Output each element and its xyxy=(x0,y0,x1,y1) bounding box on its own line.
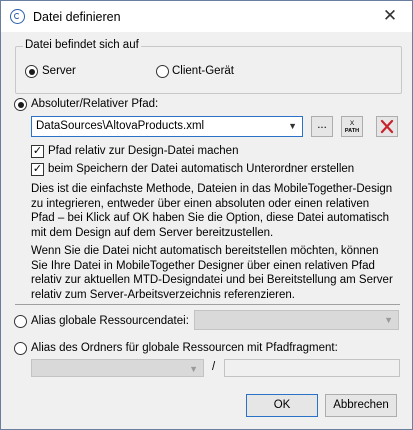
description-paragraph-2: Wenn Sie die Datei nicht automatisch ber… xyxy=(31,245,393,301)
delete-x-icon xyxy=(380,119,394,134)
create-subfolders-label[interactable]: beim Speichern der Datei automatisch Unt… xyxy=(48,163,354,175)
path-combobox[interactable]: DataSources\AltovaProducts.xml ▼ xyxy=(31,116,303,137)
path-separator: / xyxy=(212,361,216,373)
client-radio-label[interactable]: Client-Gerät xyxy=(172,65,234,77)
path-fragment-input[interactable] xyxy=(224,359,400,377)
absolute-path-radio[interactable] xyxy=(14,98,27,111)
description-paragraph-1: Dies ist die einfachste Methode, Dateien… xyxy=(31,183,393,239)
dialog-window: Datei definieren ✕ Datei befindet sich a… xyxy=(0,0,413,430)
alias-folder-radio[interactable] xyxy=(14,342,27,355)
server-radio[interactable] xyxy=(25,65,38,78)
create-subfolders-checkbox[interactable]: ✓ xyxy=(31,163,44,176)
relative-path-checkbox[interactable]: ✓ xyxy=(31,145,44,158)
chevron-down-icon[interactable]: ▼ xyxy=(384,315,393,325)
path-value[interactable]: DataSources\AltovaProducts.xml xyxy=(36,120,204,132)
close-icon[interactable]: ✕ xyxy=(379,7,401,27)
cancel-button[interactable]: Abbrechen xyxy=(325,394,397,417)
alias-global-label[interactable]: Alias globale Ressourcendatei: xyxy=(31,315,189,327)
alias-global-radio[interactable] xyxy=(14,315,27,328)
server-radio-label[interactable]: Server xyxy=(42,65,76,77)
window-title: Datei definieren xyxy=(33,10,121,24)
xpath-button[interactable]: X PATH xyxy=(341,116,363,137)
location-group-label: Datei befindet sich auf xyxy=(23,39,141,51)
absolute-path-label[interactable]: Absoluter/Relativer Pfad: xyxy=(31,98,158,110)
browse-button[interactable]: ... xyxy=(311,116,333,137)
svg-text:X: X xyxy=(350,120,355,127)
svg-text:PATH: PATH xyxy=(345,128,359,134)
alias-folder-combobox[interactable]: ▼ xyxy=(31,359,204,377)
alias-folder-label[interactable]: Alias des Ordners für globale Ressourcen… xyxy=(31,342,338,354)
client-radio[interactable] xyxy=(156,65,169,78)
app-icon xyxy=(10,9,25,24)
xpath-icon: X PATH xyxy=(345,120,359,134)
delete-button[interactable] xyxy=(376,116,398,137)
alias-global-combobox[interactable]: ▼ xyxy=(194,310,399,330)
chevron-down-icon[interactable]: ▼ xyxy=(288,121,297,131)
separator xyxy=(15,304,400,305)
relative-path-label[interactable]: Pfad relativ zur Design-Datei machen xyxy=(48,145,238,157)
chevron-down-icon[interactable]: ▼ xyxy=(189,364,198,374)
title-bar: Datei definieren ✕ xyxy=(1,1,412,32)
ok-button[interactable]: OK xyxy=(246,394,318,417)
